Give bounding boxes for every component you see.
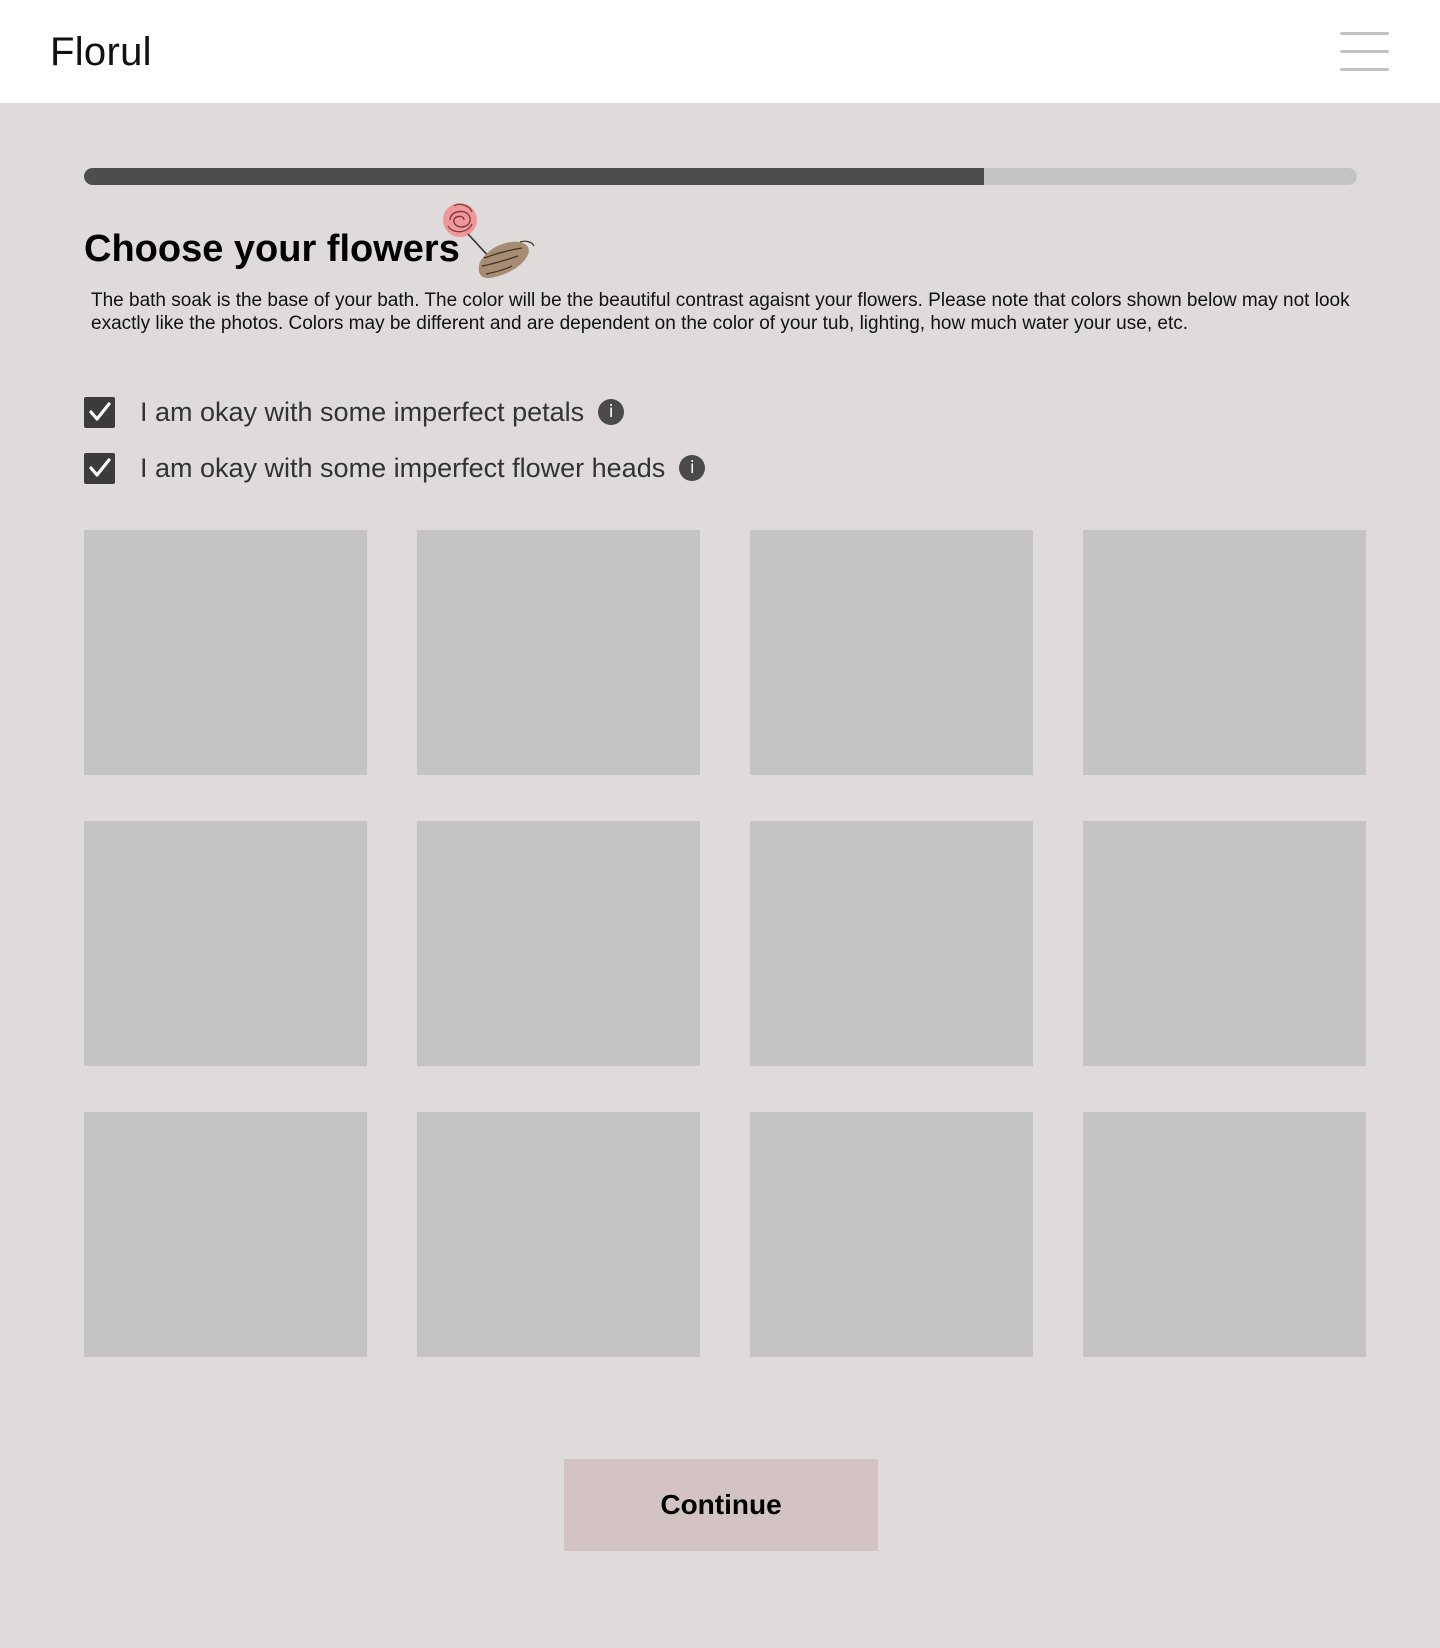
checkmark-icon — [88, 402, 111, 421]
rose-in-hand-icon — [443, 203, 535, 279]
menu-line — [1340, 32, 1389, 35]
flower-tile[interactable] — [750, 1112, 1033, 1357]
menu-line — [1340, 68, 1389, 71]
checkmark-icon — [88, 458, 111, 477]
page-description: The bath soak is the base of your bath. … — [91, 290, 1350, 334]
flower-tile[interactable] — [417, 1112, 700, 1357]
flower-tile[interactable] — [417, 530, 700, 775]
flower-grid — [84, 530, 1367, 1357]
info-icon[interactable]: i — [598, 399, 625, 425]
checkbox-imperfect-petals[interactable] — [84, 396, 115, 428]
continue-button[interactable]: Continue — [564, 1459, 878, 1551]
flower-tile[interactable] — [1083, 1112, 1366, 1357]
progress-bar — [84, 168, 1357, 185]
flower-tile[interactable] — [750, 530, 1033, 775]
checkbox-imperfect-flower-heads[interactable] — [84, 452, 115, 484]
flower-tile[interactable] — [84, 1112, 367, 1357]
menu-line — [1340, 50, 1389, 53]
option-imperfect-flower-heads: I am okay with some imperfect flower hea… — [84, 452, 706, 484]
checkbox-label: I am okay with some imperfect flower hea… — [140, 452, 666, 483]
flower-tile[interactable] — [750, 821, 1033, 1066]
option-imperfect-petals: I am okay with some imperfect petals i — [84, 396, 625, 428]
top-header: Florul — [0, 0, 1440, 103]
brand-logo[interactable]: Florul — [50, 30, 152, 75]
checkbox-label: I am okay with some imperfect petals — [140, 396, 585, 427]
hamburger-menu-icon[interactable] — [1340, 30, 1392, 74]
flower-tile[interactable] — [1083, 530, 1366, 775]
flower-tile[interactable] — [1083, 821, 1366, 1066]
flower-tile[interactable] — [84, 530, 367, 775]
progress-bar-fill — [84, 168, 984, 185]
flower-tile[interactable] — [84, 821, 367, 1066]
page-title: Choose your flowers — [84, 228, 460, 270]
page: Florul Choose your flowers The bath soak… — [0, 0, 1440, 1648]
flower-tile[interactable] — [417, 821, 700, 1066]
info-icon[interactable]: i — [679, 455, 706, 481]
